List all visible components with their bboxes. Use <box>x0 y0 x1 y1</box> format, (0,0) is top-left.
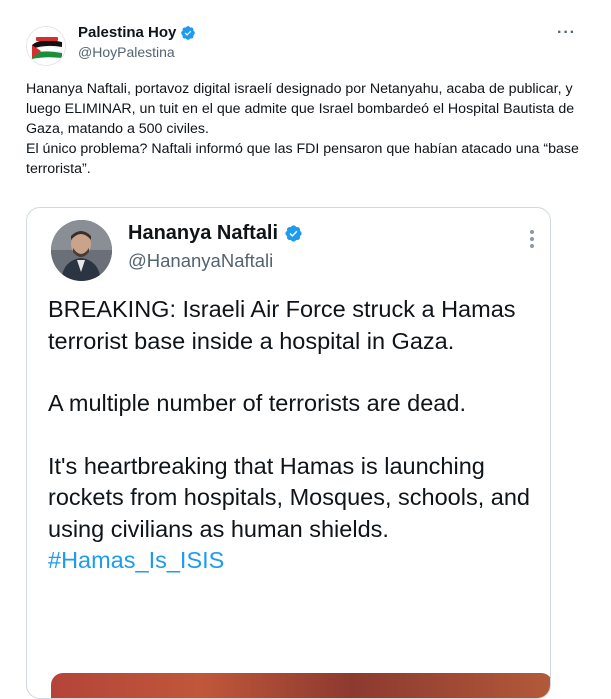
quoted-paragraph: A multiple number of terrorists are dead… <box>48 390 466 416</box>
quoted-tweet[interactable]: Hananya Naftali @HananyaNaftali BREAKING… <box>26 207 551 699</box>
person-photo <box>51 220 112 281</box>
tweet-text-line: El único problema? Naftali informó que l… <box>26 141 579 177</box>
quoted-paragraph: BREAKING: Israeli Air Force struck a Ham… <box>48 296 516 354</box>
verified-badge-icon <box>285 225 302 242</box>
tweet-card: Palestina Hoy @HoyPalestina ··· Hananya … <box>0 0 611 699</box>
author-name[interactable]: Palestina Hoy <box>78 24 176 41</box>
more-options-vertical-icon[interactable] <box>530 230 536 251</box>
attached-media[interactable] <box>51 673 550 698</box>
tweet-text: Hananya Naftali, portavoz digital israel… <box>26 79 591 179</box>
tweet-header: Palestina Hoy @HoyPalestina ··· <box>26 22 586 66</box>
quoted-author-name[interactable]: Hananya Naftali <box>128 222 278 245</box>
quoted-paragraph-last: It's heartbreaking that Hamas is launchi… <box>48 451 548 577</box>
more-options-icon[interactable]: ··· <box>557 24 576 42</box>
palestina-hoy-logo <box>27 27 65 65</box>
quoted-author-handle[interactable]: @HananyaNaftali <box>128 250 273 272</box>
avatar[interactable] <box>26 26 66 66</box>
tweet-text-line: Hananya Naftali, portavoz digital israel… <box>26 81 575 137</box>
author-handle[interactable]: @HoyPalestina <box>78 44 175 60</box>
quoted-tweet-text: BREAKING: Israeli Air Force struck a Ham… <box>48 294 548 608</box>
quoted-paragraph-text: It's heartbreaking that Hamas is launchi… <box>48 452 530 542</box>
verified-badge-icon <box>181 25 196 40</box>
quoted-avatar[interactable] <box>51 220 112 281</box>
hashtag-link[interactable]: #Hamas_Is_ISIS <box>48 547 224 573</box>
